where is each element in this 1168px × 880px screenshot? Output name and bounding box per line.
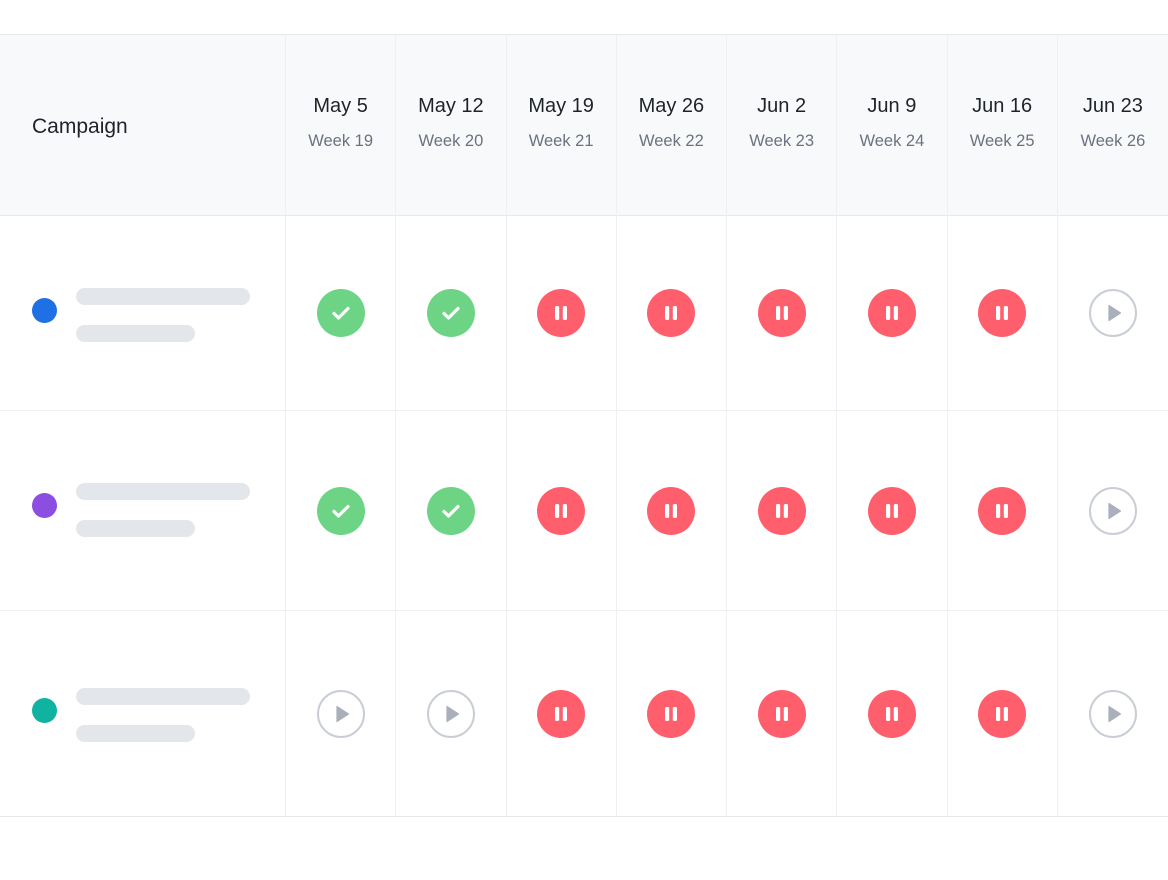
week-date: Jun 16: [972, 95, 1033, 117]
status-cell: [396, 611, 507, 816]
campaign-row-1-label[interactable]: [0, 411, 286, 611]
week-number: Week 24: [859, 132, 925, 150]
status-cell: [837, 411, 948, 611]
play-icon[interactable]: [316, 689, 365, 738]
status-cell: [727, 611, 838, 816]
campaign-meta-placeholder: [76, 725, 195, 742]
campaign-header-label: Campaign: [32, 115, 128, 138]
week-date: May 26: [638, 95, 705, 117]
status-cell: [396, 411, 507, 611]
week-number: Week 21: [528, 132, 594, 150]
pause-icon[interactable]: [537, 486, 586, 535]
status-cell: [286, 216, 397, 411]
check-icon[interactable]: [426, 486, 475, 535]
week-date: May 5: [313, 95, 368, 117]
week-date: Jun 9: [867, 95, 917, 117]
pause-icon[interactable]: [757, 289, 806, 337]
campaign-column-header: Campaign: [0, 35, 286, 216]
week-header-1: May 12 Week 20: [396, 35, 507, 216]
campaign-name-placeholder: [76, 288, 250, 305]
campaign-name-placeholder: [76, 688, 250, 705]
status-cell: [947, 216, 1058, 411]
pause-icon[interactable]: [978, 689, 1027, 738]
status-cell: [948, 611, 1058, 816]
status-cell: [947, 411, 1058, 611]
week-date: May 19: [528, 95, 594, 117]
check-icon[interactable]: [316, 486, 365, 535]
pause-icon[interactable]: [867, 289, 916, 337]
week-number: Week 19: [308, 132, 374, 150]
pause-icon[interactable]: [647, 689, 696, 738]
status-cell: [1058, 611, 1168, 816]
pause-icon[interactable]: [867, 486, 916, 535]
status-cell: [286, 411, 397, 611]
pause-icon[interactable]: [757, 689, 806, 738]
campaign-name-placeholder: [76, 483, 250, 500]
week-header-4: Jun 2 Week 23: [727, 35, 838, 216]
status-cell: [396, 216, 507, 411]
week-date: Jun 2: [757, 95, 807, 117]
week-number: Week 20: [418, 132, 484, 150]
pause-icon[interactable]: [537, 289, 586, 337]
campaign-color-dot: [32, 298, 57, 323]
pause-icon[interactable]: [537, 689, 586, 738]
status-cell: [506, 216, 617, 411]
week-date: May 12: [418, 95, 484, 117]
week-header-7: Jun 23 Week 26: [1057, 35, 1168, 216]
pause-icon[interactable]: [978, 289, 1027, 337]
campaign-color-dot: [32, 698, 57, 723]
week-header-5: Jun 9 Week 24: [837, 35, 948, 216]
status-cell: [837, 216, 948, 411]
week-number: Week 26: [1080, 132, 1146, 150]
status-cell: [616, 216, 727, 411]
check-icon[interactable]: [426, 289, 475, 337]
status-cell: [837, 611, 948, 816]
status-cell: [506, 411, 617, 611]
campaign-row-2-label[interactable]: [0, 611, 286, 816]
play-icon[interactable]: [1088, 486, 1137, 535]
status-cell: [727, 411, 838, 611]
status-cell: [1057, 216, 1168, 411]
campaign-row-0-label[interactable]: [0, 216, 286, 411]
week-header-2: May 19 Week 21: [506, 35, 617, 216]
pause-icon[interactable]: [647, 486, 696, 535]
status-cell: [617, 611, 727, 816]
pause-icon[interactable]: [757, 486, 806, 535]
pause-icon[interactable]: [978, 486, 1027, 535]
check-icon[interactable]: [316, 289, 365, 337]
status-cell: [1057, 411, 1168, 611]
status-cell: [286, 611, 397, 816]
campaign-schedule-grid: Campaign May 5 Week 19 May 12 Week 20 Ma…: [0, 34, 1168, 817]
status-cell: [727, 216, 838, 411]
week-date: Jun 23: [1082, 95, 1143, 117]
campaign-color-dot: [32, 493, 57, 518]
week-header-3: May 26 Week 22: [616, 35, 727, 216]
play-icon[interactable]: [426, 689, 475, 738]
week-number: Week 22: [638, 132, 704, 150]
week-header-0: May 5 Week 19: [286, 35, 397, 216]
week-number: Week 25: [969, 132, 1035, 150]
pause-icon[interactable]: [647, 289, 696, 337]
pause-icon[interactable]: [867, 689, 916, 738]
campaign-meta-placeholder: [76, 520, 195, 537]
campaign-meta-placeholder: [76, 325, 195, 342]
status-cell: [507, 611, 617, 816]
play-icon[interactable]: [1088, 289, 1137, 337]
week-number: Week 23: [749, 132, 815, 150]
play-icon[interactable]: [1088, 689, 1137, 738]
week-header-6: Jun 16 Week 25: [947, 35, 1058, 216]
status-cell: [616, 411, 727, 611]
